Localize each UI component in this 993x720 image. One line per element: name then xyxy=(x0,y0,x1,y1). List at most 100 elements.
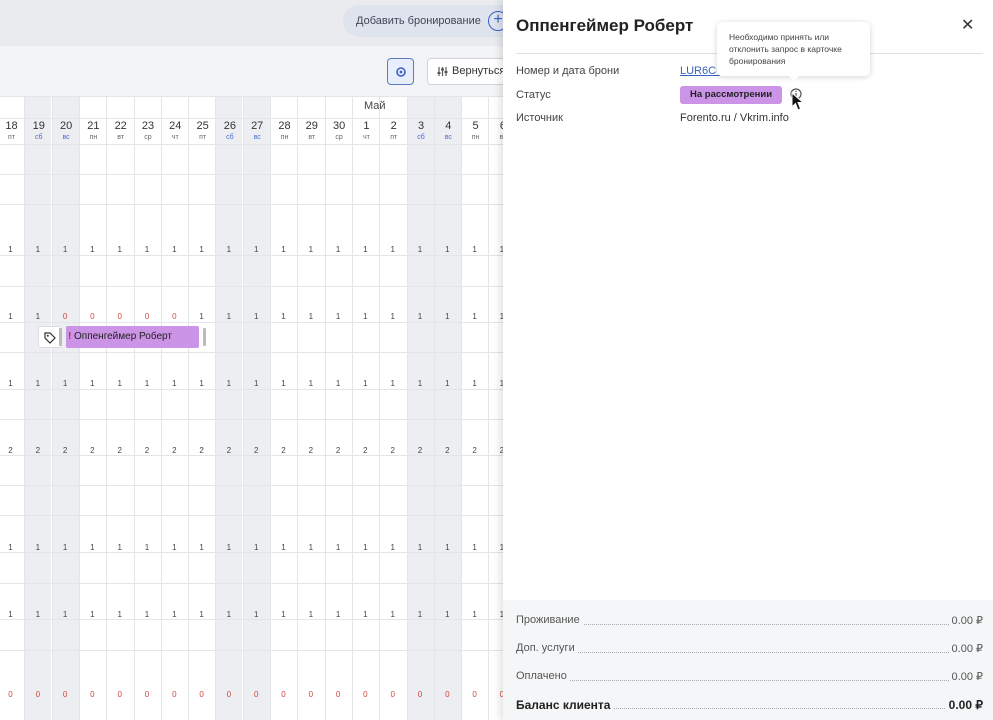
booking-resize-handle-right[interactable] xyxy=(203,328,206,346)
availability-count: 1 xyxy=(199,379,204,388)
availability-count: 1 xyxy=(35,379,41,388)
availability-count: 1 xyxy=(226,379,232,388)
day-column: 5 пн xyxy=(461,96,488,720)
availability-count: 1 xyxy=(199,312,204,321)
availability-count: 1 xyxy=(253,379,259,388)
day-weekday: чт xyxy=(362,134,370,141)
availability-count: 0 xyxy=(390,690,395,699)
booking-bar-label: Оппенгеймер Роберт xyxy=(74,331,172,342)
availability-count: 1 xyxy=(35,312,41,321)
availability-count: 2 xyxy=(363,446,368,455)
settings-button[interactable] xyxy=(387,58,414,85)
availability-count: 1 xyxy=(390,543,395,552)
summary-row-paid: Оплачено 0.00 ₽ xyxy=(516,670,983,686)
availability-count: 1 xyxy=(172,610,177,619)
day-column: 28 пн xyxy=(270,96,297,720)
availability-count: 2 xyxy=(281,446,286,455)
availability-count: 0 xyxy=(172,690,177,699)
booking-number-label: Номер и дата брони xyxy=(516,65,620,77)
availability-count: 1 xyxy=(472,610,477,619)
availability-count: 2 xyxy=(144,446,150,455)
day-number: 22 xyxy=(114,120,127,132)
calendar-toolbar: Вернуться xyxy=(0,46,510,96)
availability-count: 1 xyxy=(335,312,341,321)
day-weekday: пт xyxy=(8,134,15,141)
availability-count: 1 xyxy=(472,245,477,254)
add-booking-button[interactable]: Добавить бронирование + xyxy=(343,5,510,37)
day-number: 28 xyxy=(278,120,291,132)
availability-count: 1 xyxy=(472,543,477,552)
availability-count: 1 xyxy=(62,610,68,619)
day-weekday: ср xyxy=(335,134,343,141)
availability-count: 1 xyxy=(117,610,122,619)
availability-count: 1 xyxy=(35,543,41,552)
day-number: 4 xyxy=(445,120,452,132)
availability-count: 1 xyxy=(363,379,368,388)
booking-number-link[interactable]: LUR6C- xyxy=(680,65,720,77)
availability-count: 0 xyxy=(281,690,286,699)
return-button[interactable]: Вернуться xyxy=(427,58,510,85)
row-divider xyxy=(0,286,510,287)
status-badge: На рассмотрении xyxy=(680,86,783,104)
row-divider xyxy=(0,419,510,420)
availability-count: 2 xyxy=(226,446,232,455)
availability-count: 0 xyxy=(62,312,68,321)
availability-count: 1 xyxy=(308,543,314,552)
availability-count: 1 xyxy=(417,245,423,254)
day-number: 3 xyxy=(417,120,425,132)
availability-count: 1 xyxy=(308,379,314,388)
availability-count: 1 xyxy=(335,610,341,619)
summary-value: 0.00 ₽ xyxy=(948,670,983,683)
booking-bar[interactable]: ! Оппенгеймер Роберт xyxy=(66,326,199,348)
availability-count: 1 xyxy=(144,543,150,552)
tooltip-arrow xyxy=(788,75,800,81)
availability-count: 1 xyxy=(253,543,259,552)
availability-count: 1 xyxy=(144,245,150,254)
row-divider xyxy=(0,322,510,323)
tag-icon xyxy=(44,332,56,344)
availability-count: 1 xyxy=(281,543,286,552)
summary-row-balance: Баланс клиента 0.00 ₽ xyxy=(516,698,983,714)
availability-count: 1 xyxy=(35,610,41,619)
day-number: 1 xyxy=(363,120,370,132)
alert-icon: ! xyxy=(68,331,72,342)
availability-count: 1 xyxy=(445,610,450,619)
add-booking-label: Добавить бронирование xyxy=(356,15,481,27)
summary-label: Оплачено xyxy=(516,670,570,682)
availability-count: 1 xyxy=(335,245,341,254)
availability-count: 1 xyxy=(117,543,122,552)
summary-label: Баланс клиента xyxy=(516,698,614,712)
calendar-view: Добавить бронирование + Вернуться Май 18… xyxy=(0,0,510,720)
availability-count: 1 xyxy=(335,379,341,388)
day-column: 23 ср xyxy=(133,96,161,720)
day-weekday: чт xyxy=(171,134,179,141)
availability-count: 1 xyxy=(281,312,286,321)
availability-count: 0 xyxy=(144,312,150,321)
day-weekday: пн xyxy=(471,134,480,141)
day-column: 1 чт xyxy=(351,96,379,720)
summary-value: 0.00 ₽ xyxy=(945,698,983,712)
close-icon[interactable]: ✕ xyxy=(961,15,974,35)
day-number: 23 xyxy=(141,120,155,132)
day-number: 25 xyxy=(196,120,209,132)
availability-count: 1 xyxy=(199,610,204,619)
availability-count: 0 xyxy=(472,690,477,699)
availability-count: 1 xyxy=(363,543,368,552)
availability-count: 1 xyxy=(199,245,204,254)
availability-count: 1 xyxy=(144,379,150,388)
availability-count: 1 xyxy=(253,245,259,254)
availability-count: 0 xyxy=(253,690,259,699)
availability-count: 2 xyxy=(335,446,341,455)
mouse-cursor-icon xyxy=(791,92,805,111)
availability-count: 1 xyxy=(62,379,68,388)
top-bar: Добавить бронирование + xyxy=(0,0,510,46)
availability-count: 1 xyxy=(90,379,95,388)
day-weekday: ср xyxy=(144,134,152,141)
booking-resize-handle-left[interactable] xyxy=(59,328,62,346)
availability-count: 1 xyxy=(308,245,314,254)
panel-title: Оппенгеймер Роберт xyxy=(516,16,694,35)
day-weekday: пн xyxy=(280,134,289,141)
availability-count: 2 xyxy=(253,446,259,455)
day-number: 18 xyxy=(5,120,18,132)
availability-count: 0 xyxy=(8,690,13,699)
